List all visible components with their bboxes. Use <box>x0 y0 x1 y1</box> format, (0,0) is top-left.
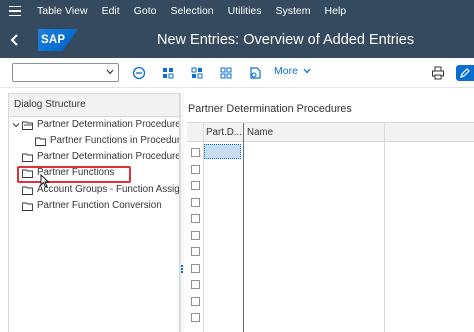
print-icon[interactable] <box>430 65 446 81</box>
sap-logo: SAP <box>38 29 78 51</box>
row-select-checkbox[interactable] <box>191 164 200 174</box>
dialog-structure-header: Dialog Structure <box>9 94 179 117</box>
export-icon[interactable] <box>247 65 263 81</box>
chevron-down-icon[interactable] <box>105 67 115 77</box>
tree-item-partner-determination-procedure-a[interactable]: Partner Determination Procedure A <box>22 149 180 165</box>
menu-icon[interactable] <box>0 0 30 22</box>
chevron-down-icon <box>303 68 311 74</box>
folder-icon <box>35 137 46 146</box>
row-select-checkbox[interactable] <box>191 181 200 190</box>
column-divider <box>384 123 385 332</box>
page-title: New Entries: Overview of Added Entries <box>157 32 415 48</box>
splitter-handle[interactable] <box>180 264 184 274</box>
chevron-left-icon <box>10 34 18 46</box>
open-folder-icon <box>22 121 33 130</box>
select-block-icon[interactable] <box>189 65 205 81</box>
highlight-box <box>17 166 131 183</box>
back-button[interactable] <box>0 22 30 58</box>
tree-item-partner-functions-in-procedure[interactable]: Partner Functions in Procedure <box>35 133 180 149</box>
row-select-checkbox[interactable] <box>191 280 200 289</box>
menu-goto[interactable]: Goto <box>127 0 164 22</box>
row-select-checkbox[interactable] <box>191 197 200 207</box>
row-select-checkbox[interactable] <box>191 230 200 240</box>
shell-bar: SAP New Entries: Overview of Added Entri… <box>0 22 474 58</box>
menu-table-view[interactable]: Table View <box>30 0 95 22</box>
row-select-checkbox[interactable] <box>191 296 200 306</box>
table-header: Part.D... Name <box>187 123 474 142</box>
menu-bar: Table View Edit Goto Selection Utilities… <box>0 0 474 22</box>
column-header-part-d[interactable]: Part.D... <box>206 123 242 142</box>
command-input[interactable] <box>13 64 101 81</box>
row-select-checkbox[interactable] <box>191 148 200 157</box>
menu-selection[interactable]: Selection <box>163 0 220 22</box>
tree-item-partner-function-conversion[interactable]: Partner Function Conversion <box>22 198 162 214</box>
tree-item-label: Partner Function Conversion <box>37 200 162 211</box>
folder-icon <box>22 202 33 211</box>
folder-icon <box>22 186 33 195</box>
mouse-cursor-icon <box>40 174 50 188</box>
cancel-icon[interactable] <box>131 65 147 81</box>
more-label: More <box>274 65 298 77</box>
menu-system[interactable]: System <box>269 0 318 22</box>
folder-icon <box>22 153 33 162</box>
menu-edit[interactable]: Edit <box>95 0 127 22</box>
select-all-icon[interactable] <box>160 65 176 81</box>
active-cell-part-d[interactable] <box>204 144 241 159</box>
tree-item-label: Partner Functions in Procedure <box>50 135 180 146</box>
caret-down-icon[interactable] <box>12 121 20 129</box>
row-select-checkbox[interactable] <box>191 214 200 223</box>
more-button[interactable]: More <box>274 65 312 77</box>
table-title: Partner Determination Procedures <box>188 103 352 115</box>
tree-item-label: Account Groups - Function Assignm <box>37 184 180 195</box>
tree-item-label: Partner Determination Procedure A <box>37 151 180 162</box>
menu-help[interactable]: Help <box>318 0 354 22</box>
row-select-checkbox[interactable] <box>191 313 200 322</box>
column-divider <box>243 123 244 332</box>
display-change-icon[interactable] <box>456 65 474 81</box>
panel-splitter[interactable] <box>180 93 184 332</box>
row-select-checkbox[interactable] <box>191 247 200 256</box>
entries-table: Part.D... Name <box>187 122 474 332</box>
command-field[interactable] <box>12 63 119 82</box>
tree-item-label: Partner Determination Procedures <box>37 119 180 130</box>
column-header-name[interactable]: Name <box>247 123 273 142</box>
menu-utilities[interactable]: Utilities <box>221 0 269 22</box>
toolbar: More <box>0 58 474 88</box>
tree-item-partner-determination-procedures[interactable]: Partner Determination Procedures <box>12 117 180 133</box>
row-select-checkbox[interactable] <box>191 263 200 273</box>
dialog-structure-panel: Dialog Structure Partner Determination P… <box>8 93 180 332</box>
deselect-all-icon[interactable] <box>218 65 234 81</box>
